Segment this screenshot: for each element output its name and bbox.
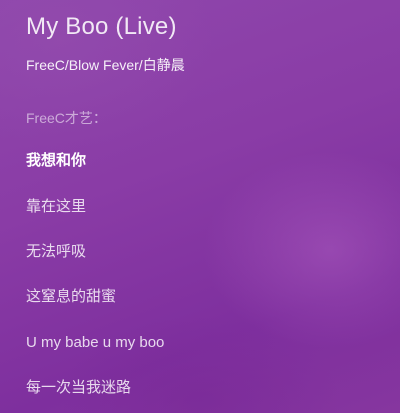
lyric-line[interactable]: 靠在这里 [26,196,86,218]
lyric-line[interactable]: 每一次当我迷路 [26,377,131,399]
lyric-line-credit[interactable]: FreeC才艺： [26,107,107,129]
lyrics-screen: My Boo (Live) FreeC/Blow Fever/白静晨 FreeC… [0,0,400,413]
lyric-line-current[interactable]: 我想和你 [26,150,86,172]
lyric-line[interactable]: U my babe u my boo [26,332,164,354]
lyric-line[interactable]: 这窒息的甜蜜 [26,286,116,308]
song-artist: FreeC/Blow Fever/白静晨 [26,57,185,73]
song-title: My Boo (Live) [26,13,177,40]
lyric-line[interactable]: 无法呼吸 [26,241,86,263]
